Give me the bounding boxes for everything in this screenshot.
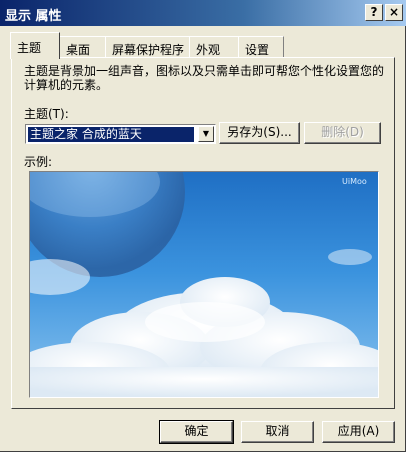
themes-panel: 主题是背景加一组声音，图标以及只需单击即可帮您个性化设置您的计算机的元素。 主题… [11,57,395,409]
preview-image: UiMoo [30,172,378,397]
title-bar[interactable]: 显示 属性 ? × [0,0,406,26]
theme-dropdown[interactable]: 主题之家 合成的蓝天 ▼ [25,124,216,144]
cancel-button[interactable]: 取消 [241,421,314,443]
theme-description: 主题是背景加一组声音，图标以及只需单击即可帮您个性化设置您的计算机的元素。 [24,64,385,92]
sample-label: 示例: [24,155,53,169]
theme-label: 主题(T): [24,107,69,121]
theme-selected-value: 主题之家 合成的蓝天 [28,127,194,142]
theme-preview: UiMoo [29,171,379,398]
tab-settings[interactable]: 设置 [238,36,284,58]
window-title: 显示 属性 [5,9,62,24]
help-button[interactable]: ? [365,4,383,21]
dropdown-arrow-icon[interactable]: ▼ [198,126,214,142]
save-as-button[interactable]: 另存为(S)... [219,122,300,144]
tab-themes[interactable]: 主题 [10,32,60,59]
tab-appearance[interactable]: 外观 [189,36,240,58]
tab-desktop[interactable]: 桌面 [59,36,107,58]
ok-button[interactable]: 确定 [159,420,234,444]
apply-button[interactable]: 应用(A) [322,421,395,443]
close-button[interactable]: × [385,4,403,21]
tab-screensaver[interactable]: 屏幕保护程序 [105,36,191,58]
delete-button[interactable]: 删除(D) [304,122,381,144]
tab-strip: 桌面 屏幕保护程序 外观 设置 主题 [0,32,406,59]
display-properties-window: 显示 属性 ? × 桌面 屏幕保护程序 外观 设置 主题 主题是背景加一组声音，… [0,0,406,452]
preview-watermark: UiMoo [342,177,367,186]
